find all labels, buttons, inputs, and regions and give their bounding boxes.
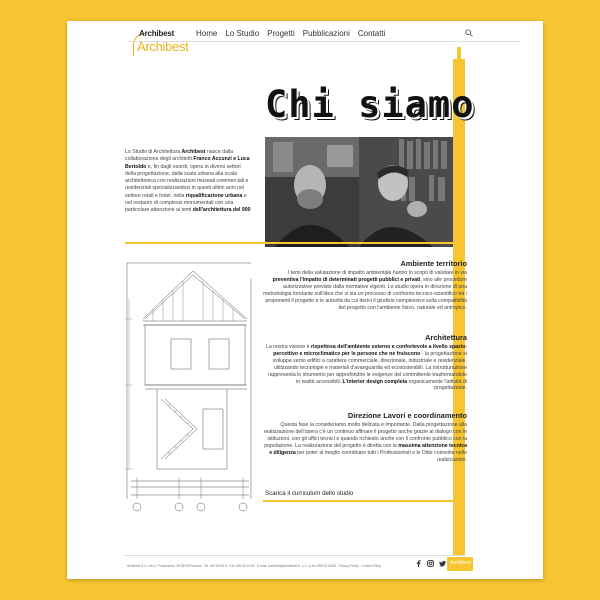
download-cv-link[interactable]: Scarica il curriculum dello studio [265,490,353,497]
footer-divider [125,555,465,556]
social-links [415,560,446,567]
main-nav: Home Lo Studio Progetti Pubblicazioni Co… [196,29,385,38]
nav-item-progetti[interactable]: Progetti [267,29,295,38]
logo[interactable]: Archibest Archibest [133,29,193,69]
nav-item-home[interactable]: Home [196,29,217,38]
instagram-icon[interactable] [427,560,434,567]
search-icon[interactable] [465,29,473,37]
section-text: I temi della valutazione di impatto ambi… [263,270,467,311]
logo-top-text: Archibest [139,29,175,38]
facebook-icon[interactable] [415,560,422,567]
architectural-section-drawing [125,262,252,512]
nav-item-lo-studio[interactable]: Lo Studio [225,29,259,38]
section-title: Architettura [425,333,467,342]
footer-text: Archibest S.r.l. via G. Prosdocimo, 28 3… [127,564,381,568]
footer-logo-text: Archibest [450,560,471,566]
section-title: Direzione Lavori e coordinamento [347,411,467,420]
photo-architect-2 [359,137,453,247]
section-architettura: Architettura La nostra visione è rispett… [263,333,467,392]
nav-item-contatti[interactable]: Contatti [358,29,386,38]
footer-logo[interactable]: Archibest [447,557,473,571]
intro-underline [125,242,459,244]
section-direzione-lavori: Direzione Lavori e coordinamento Questa … [263,411,467,463]
twitter-icon[interactable] [439,560,446,567]
page-title: Chi siamo [265,83,475,126]
section-title: Ambiente territorio [400,259,467,268]
photo-architect-1 [265,137,359,247]
page-container: Archibest Archibest Home Lo Studio Proge… [67,21,543,579]
section-ambiente: Ambiente territorio I temi della valutaz… [263,259,467,311]
intro-text: Lo Studio di Architettura Archibest nasc… [125,149,251,214]
section-text: Questa fase la consideriamo molto delica… [263,422,467,463]
section-text: La nostra visione è rispettosa dell'ambi… [265,344,467,392]
nav-item-pubblicazioni[interactable]: Pubblicazioni [303,29,350,38]
cv-underline [263,500,463,502]
header-divider [127,41,521,42]
